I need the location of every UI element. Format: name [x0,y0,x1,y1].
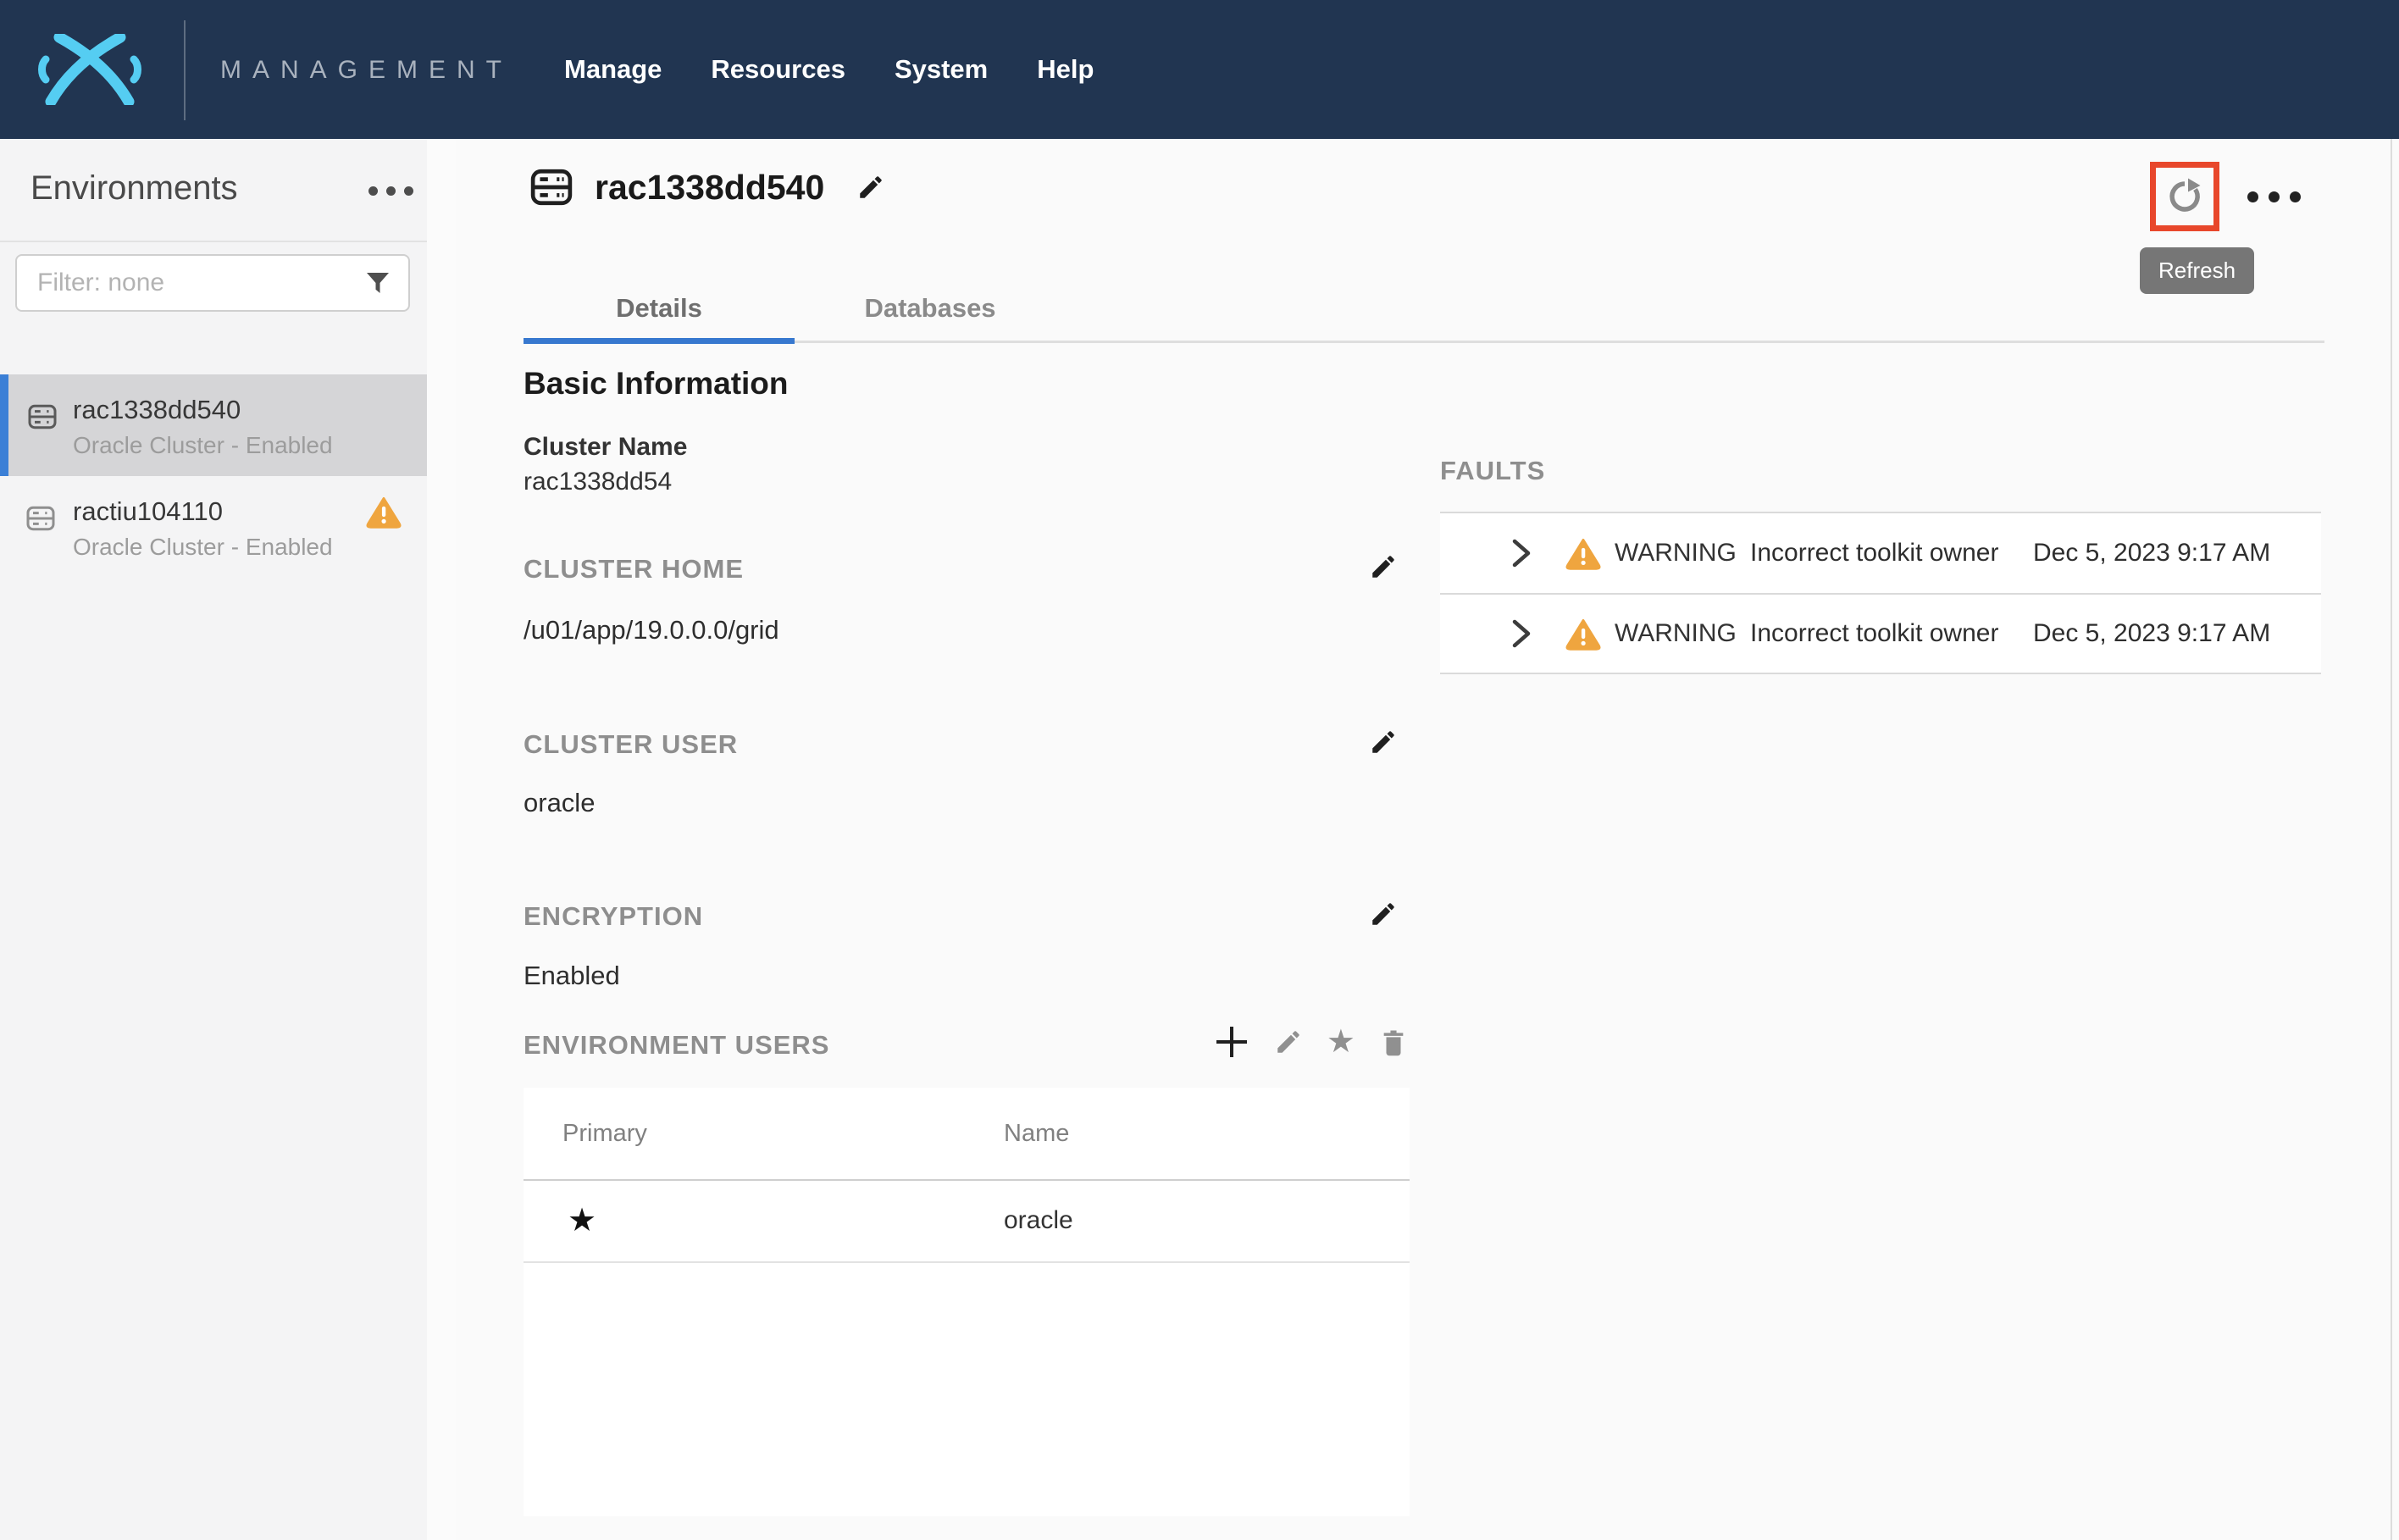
column-header-primary: Primary [562,1120,647,1148]
detail-tabs: Details Databases [524,287,2324,343]
users-table-header: Primary Name [524,1088,1410,1181]
refresh-icon [2165,177,2204,216]
primary-star-icon: ★ [568,1201,596,1239]
environment-list-item-rac1338dd540[interactable]: rac1338dd540 Oracle Cluster - Enabled [0,374,427,476]
tab-details[interactable]: Details [524,287,795,343]
add-user-icon[interactable] [1213,1023,1250,1061]
delphix-logo-icon[interactable] [34,34,146,105]
encryption-field: ENCRYPTION [524,901,1410,939]
delete-user-trash-icon[interactable] [1379,1028,1408,1056]
environment-server-icon [27,402,58,432]
environment-list: rac1338dd540 Oracle Cluster - Enabled ra… [0,374,427,578]
cluster-user-value: oracle [524,788,595,818]
environment-name: ractiu104110 [73,496,333,527]
user-name-cell: oracle [1004,1206,1073,1235]
fault-title: Incorrect toolkit owner [1750,619,1998,648]
environment-users-section: ENVIRONMENT USERS ★ [524,1030,1410,1072]
environment-status: Oracle Cluster - Enabled [73,534,333,561]
warning-icon [1565,536,1601,570]
sidebar-scrollbar[interactable] [427,139,456,1540]
set-primary-star-icon[interactable]: ★ [1327,1028,1355,1056]
nav-item-manage[interactable]: Manage [564,54,662,85]
fault-row[interactable]: WARNING Incorrect toolkit owner Dec 5, 2… [1440,593,2321,674]
warning-icon [366,495,402,529]
environment-detail-panel: rac1338dd540 Refresh Details Databases B… [456,139,2399,1540]
cluster-name-value: rac1338dd54 [524,468,672,496]
environment-list-item-ractiu104110[interactable]: ractiu104110 Oracle Cluster - Enabled [0,476,427,578]
environment-server-icon [530,166,573,208]
environments-sidebar: Environments rac1338d [0,139,456,1540]
main-scrollbar[interactable] [2391,139,2392,1540]
expand-chevron-icon[interactable] [1511,619,1532,648]
filter-funnel-icon[interactable] [366,272,390,296]
faults-list: WARNING Incorrect toolkit owner Dec 5, 2… [1440,512,2321,674]
cluster-home-field: CLUSTER HOME [524,554,1410,591]
fault-severity: WARNING [1615,539,1737,568]
sidebar-title: Environments [30,169,238,208]
environment-filter [15,254,410,312]
faults-heading: FAULTS [1440,456,1545,486]
fault-title: Incorrect toolkit owner [1750,539,1998,568]
edit-cluster-home-pencil-icon[interactable] [1369,552,1398,581]
cluster-name-label: Cluster Name [524,433,687,462]
tab-databases[interactable]: Databases [795,287,1066,343]
filter-input[interactable] [37,256,359,310]
user-table-row[interactable]: ★ oracle [524,1181,1410,1263]
cluster-home-label: CLUSTER HOME [524,554,744,584]
edit-title-pencil-icon[interactable] [856,173,885,202]
fault-row[interactable]: WARNING Incorrect toolkit owner Dec 5, 2… [1440,512,2321,593]
top-nav-bar: MANAGEMENT Manage Resources System Help [0,0,2399,139]
page-overflow-menu-icon[interactable] [2247,191,2301,202]
edit-cluster-user-pencil-icon[interactable] [1369,728,1398,756]
encryption-value: Enabled [524,961,620,991]
environment-users-heading: ENVIRONMENT USERS [524,1030,829,1060]
expand-chevron-icon[interactable] [1511,539,1532,568]
delphix-management-app: MANAGEMENT Manage Resources System Help … [0,0,2399,1540]
refresh-button[interactable] [2150,162,2219,231]
column-header-name: Name [1004,1120,1069,1148]
environment-name: rac1338dd540 [73,395,333,425]
cluster-home-value: /u01/app/19.0.0.0/grid [524,615,779,645]
page-header: rac1338dd540 [530,166,885,208]
sidebar-divider [0,241,427,242]
environment-users-table: Primary Name ★ oracle [524,1088,1410,1516]
nav-menu: Manage Resources System Help [564,54,1094,85]
environment-users-toolbar: ★ [1213,1023,1408,1061]
fault-date: Dec 5, 2023 9:17 AM [2033,539,2270,568]
section-title: Basic Information [524,366,789,402]
brand-divider [184,20,186,120]
brand-text: MANAGEMENT [220,56,512,85]
encryption-label: ENCRYPTION [524,901,703,931]
sidebar-overflow-menu-icon[interactable] [368,186,413,196]
environment-server-icon [25,503,56,534]
warning-icon [1565,617,1601,651]
fault-severity: WARNING [1615,619,1737,648]
nav-item-resources[interactable]: Resources [711,54,845,85]
cluster-user-field: CLUSTER USER [524,729,1410,767]
active-tab-indicator [524,338,795,344]
nav-item-help[interactable]: Help [1037,54,1094,85]
cluster-user-label: CLUSTER USER [524,729,738,759]
fault-date: Dec 5, 2023 9:17 AM [2033,619,2270,648]
edit-encryption-pencil-icon[interactable] [1369,900,1398,928]
page-title: rac1338dd540 [595,168,824,208]
edit-user-pencil-icon[interactable] [1274,1028,1303,1056]
environment-status: Oracle Cluster - Enabled [73,432,333,459]
nav-item-system[interactable]: System [895,54,988,85]
